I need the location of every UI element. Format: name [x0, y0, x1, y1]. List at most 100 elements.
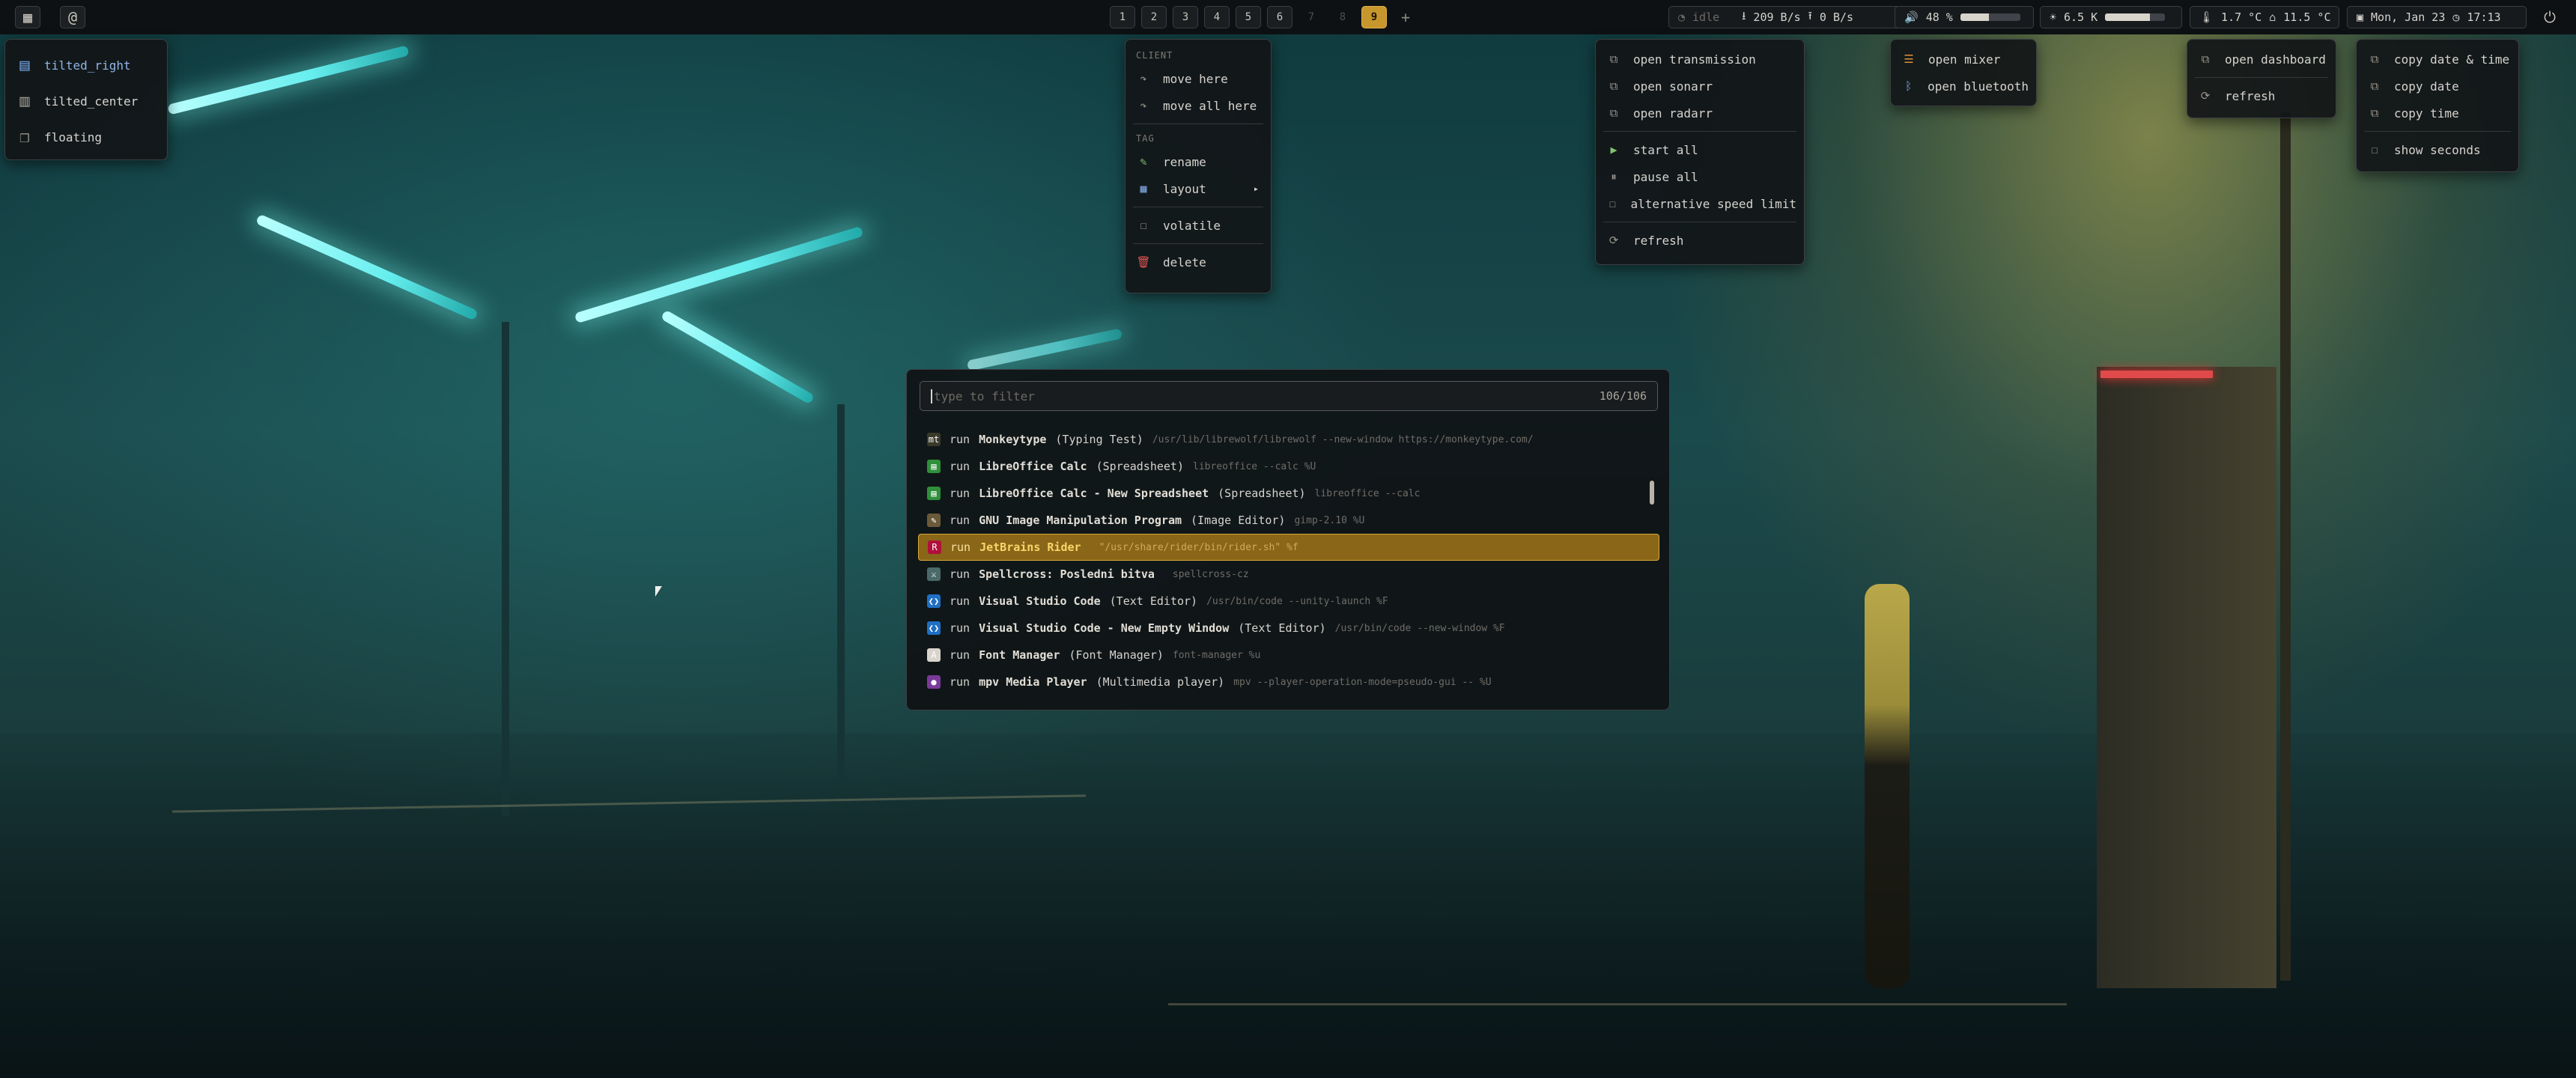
open-mixer-item[interactable]: ☰ open mixer: [1898, 46, 2029, 73]
open-sonarr-item[interactable]: ⧉ open sonarr: [1603, 73, 1796, 100]
launcher-row-genre: (Spreadsheet): [1096, 460, 1184, 473]
menu-item-label: open dashboard: [2225, 52, 2326, 67]
tag-6[interactable]: 6: [1267, 6, 1292, 28]
launcher-row-genre: (Text Editor): [1109, 594, 1198, 608]
menu-item-label: layout: [1163, 181, 1206, 196]
result-count: 106/106: [1599, 389, 1647, 403]
layout-option-tilted-right[interactable]: ▤ tilted_right: [14, 47, 158, 83]
menu-item-label: open mixer: [1928, 52, 2001, 67]
checkbox-icon[interactable]: ☐: [2367, 143, 2382, 156]
tag-5[interactable]: 5: [1236, 6, 1261, 28]
brightness-meter: [2105, 13, 2166, 21]
mouse-cursor-icon: [655, 586, 662, 597]
volume-meter-fill: [1960, 13, 1990, 21]
move-here-item[interactable]: ↷ move here: [1133, 65, 1263, 92]
tag-4[interactable]: 4: [1204, 6, 1230, 28]
play-icon: ▶: [1610, 143, 1617, 156]
launcher-row-verb: run: [950, 621, 970, 635]
launcher-row[interactable]: ▤ run LibreOffice Calc (Spreadsheet) libreof…: [918, 453, 1659, 480]
clock-widget[interactable]: ▣ Mon, Jan 23 ◷ 17:13: [2347, 6, 2527, 28]
road-marking: [1168, 1003, 2067, 1005]
at-icon[interactable]: @: [60, 6, 85, 28]
launcher-row-genre: (Multimedia player): [1096, 675, 1225, 689]
street-lamp-light: [255, 213, 479, 321]
launcher-row-command: /usr/bin/code --unity-launch %F: [1206, 595, 1388, 607]
volatile-item[interactable]: ☐ volatile: [1133, 212, 1263, 239]
launcher-row-verb: run: [950, 514, 970, 527]
layout-option-tilted-center[interactable]: ▥ tilted_center: [14, 83, 158, 119]
layout-label: tilted_center: [44, 94, 139, 109]
open-bluetooth-item[interactable]: ᛒ open bluetooth: [1898, 73, 2029, 100]
launcher-row[interactable]: Arun Font Manager (Font Manager) font-manag…: [918, 642, 1659, 669]
delete-item[interactable]: 🗑 delete: [1133, 249, 1263, 275]
tag-1[interactable]: 1: [1110, 6, 1135, 28]
tag-8[interactable]: 8: [1330, 6, 1355, 28]
launcher-row[interactable]: ✎ run GNU Image Manipulation Program (Image…: [918, 507, 1659, 534]
layout-icon[interactable]: ▦: [15, 6, 40, 28]
launcher-row-verb: run: [950, 433, 970, 446]
volume-widget[interactable]: 🔊 48 %: [1895, 6, 2034, 28]
launcher-row[interactable]: ▤ run LibreOffice Calc - New Spreadsheet (S…: [918, 480, 1659, 507]
copy-date-item[interactable]: ⧉ copy date: [2364, 73, 2511, 100]
launcher-row-verb: run: [950, 487, 970, 500]
brightness-widget[interactable]: ☀ 6.5 K: [2040, 6, 2182, 28]
launcher-row-name: mpv Media Player: [979, 675, 1087, 689]
pause-all-item[interactable]: ⏸ pause all: [1603, 163, 1796, 190]
upload-icon: ⭱: [1808, 8, 1812, 22]
open-radarr-item[interactable]: ⧉ open radarr: [1603, 100, 1796, 127]
dashboard-refresh-item[interactable]: ⟳ refresh: [2195, 82, 2328, 109]
tag-7[interactable]: 7: [1298, 6, 1324, 28]
add-tag-button[interactable]: +: [1393, 6, 1418, 28]
start-all-item[interactable]: ▶ start all: [1603, 136, 1796, 163]
layout-option-floating[interactable]: ❐ floating: [14, 119, 158, 155]
launcher-row-verb: run: [950, 567, 970, 581]
launcher-row-command: spellcross-cz: [1172, 568, 1249, 580]
app-icon: mt: [927, 433, 941, 446]
power-icon[interactable]: ⏻: [2537, 6, 2563, 28]
rename-item[interactable]: ✎ rename: [1133, 148, 1263, 175]
launcher-row[interactable]: ● run mpv Media Player (Multimedia player) m…: [918, 669, 1659, 695]
app-icon: ❮❯: [927, 621, 941, 635]
launcher-row[interactable]: ❮❯ run Visual Studio Code - New Empty Wind…: [918, 615, 1659, 642]
mixer-icon: ☰: [1904, 52, 1914, 66]
external-link-icon: ⧉: [1609, 52, 1618, 66]
menu-item-label: alternative speed limit: [1630, 196, 1796, 211]
copy-time-item[interactable]: ⧉ copy time: [2364, 100, 2511, 127]
launcher-results: mt run Monkeytype (Typing Test)/usr/lib/lib…: [918, 426, 1659, 695]
tag-2[interactable]: 2: [1141, 6, 1167, 28]
alt-speed-limit-item[interactable]: ☐ alternative speed limit: [1603, 190, 1796, 217]
tag-3[interactable]: 3: [1173, 6, 1198, 28]
grid-icon: ▦: [1140, 182, 1147, 195]
layout-item[interactable]: ▦ layout ▸: [1133, 175, 1263, 202]
temperature-widget[interactable]: 🌡 1.7 °C ⌂ 11.5 °C: [2190, 6, 2339, 28]
launcher-row[interactable]: Rrun JetBrains Rider "/usr/share/rider/bin…: [918, 534, 1659, 561]
show-seconds-item[interactable]: ☐ show seconds: [2364, 136, 2511, 163]
launcher-row-name: LibreOffice Calc: [979, 460, 1087, 473]
street-lamp-light: [966, 328, 1123, 371]
refresh-icon: ⟳: [2200, 89, 2211, 103]
checkbox-icon[interactable]: ☐: [1136, 219, 1151, 232]
dashboard-menu: ⧉ open dashboard ⟳ refresh: [2187, 39, 2336, 118]
torrent-refresh-item[interactable]: ⟳ refresh: [1603, 227, 1796, 254]
menu-item-label: copy date & time: [2394, 52, 2510, 67]
move-all-here-item[interactable]: ↷ move all here: [1133, 92, 1263, 119]
launcher-scrollbar[interactable]: [1650, 481, 1654, 505]
checkbox-icon[interactable]: ☐: [1606, 197, 1618, 210]
open-dashboard-item[interactable]: ⧉ open dashboard: [2195, 46, 2328, 73]
tag-list: 1 2 3 4 5 6 7 8 9 +: [1110, 6, 1418, 28]
copy-date-time-item[interactable]: ⧉ copy date & time: [2364, 46, 2511, 73]
open-transmission-item[interactable]: ⧉ open transmission: [1603, 46, 1796, 73]
house-icon: ⌂: [2269, 10, 2276, 24]
brightness-value: 6.5 K: [2064, 10, 2098, 24]
launcher-row-genre: (Spreadsheet): [1218, 487, 1306, 500]
torrent-menu: ⧉ open transmission ⧉ open sonarr ⧉ open…: [1595, 39, 1805, 265]
launcher-row[interactable]: ❮❯ run Visual Studio Code (Text Editor) /usr…: [918, 588, 1659, 615]
tag-9[interactable]: 9: [1361, 6, 1387, 28]
launcher-row[interactable]: mt run Monkeytype (Typing Test) /usr/lib/lib…: [918, 426, 1659, 453]
idle-status: idle: [1692, 10, 1720, 24]
tiled-center-icon: ▥: [19, 91, 30, 111]
launcher-row[interactable]: ⚔ run Spellcross: Posledni bitva spellcross…: [918, 561, 1659, 588]
filter-input[interactable]: type to filter 106/106: [920, 381, 1658, 411]
upload-rate: 0 B/s: [1819, 10, 1854, 24]
launcher-row-genre: (Text Editor): [1238, 621, 1326, 635]
